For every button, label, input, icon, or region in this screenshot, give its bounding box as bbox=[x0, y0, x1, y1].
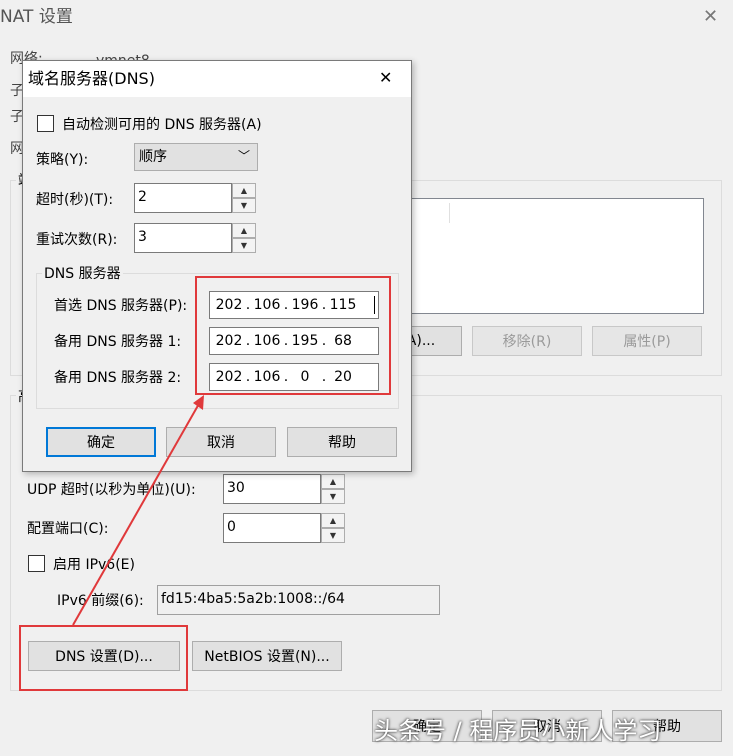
watermark: 头条号 / 程序员小新人学习 bbox=[374, 717, 662, 745]
arrow-head bbox=[193, 395, 204, 410]
annotation-arrow bbox=[72, 395, 204, 626]
arrow-line bbox=[72, 401, 201, 626]
